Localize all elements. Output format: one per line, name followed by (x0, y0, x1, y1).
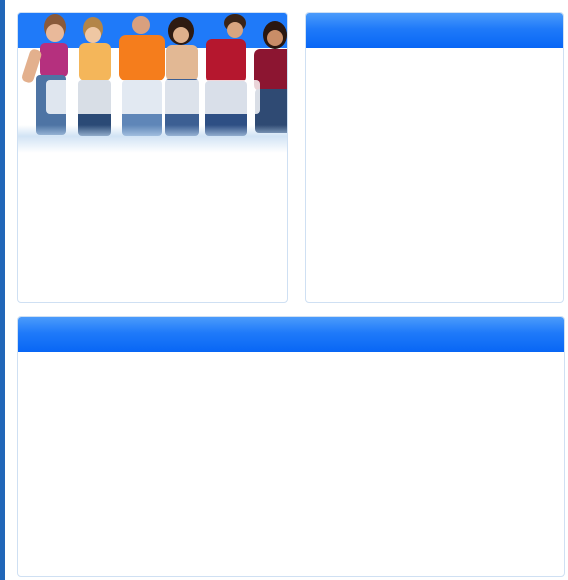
photo-fade (18, 125, 287, 153)
left-accent-bar (0, 0, 5, 580)
panel-featured (17, 12, 288, 303)
panel-side-header (306, 13, 563, 48)
panel-main (17, 316, 565, 577)
people-group-photo (18, 13, 287, 153)
panel-side (305, 12, 564, 303)
photo-overlay-card (46, 80, 260, 114)
panel-main-header (18, 317, 564, 352)
